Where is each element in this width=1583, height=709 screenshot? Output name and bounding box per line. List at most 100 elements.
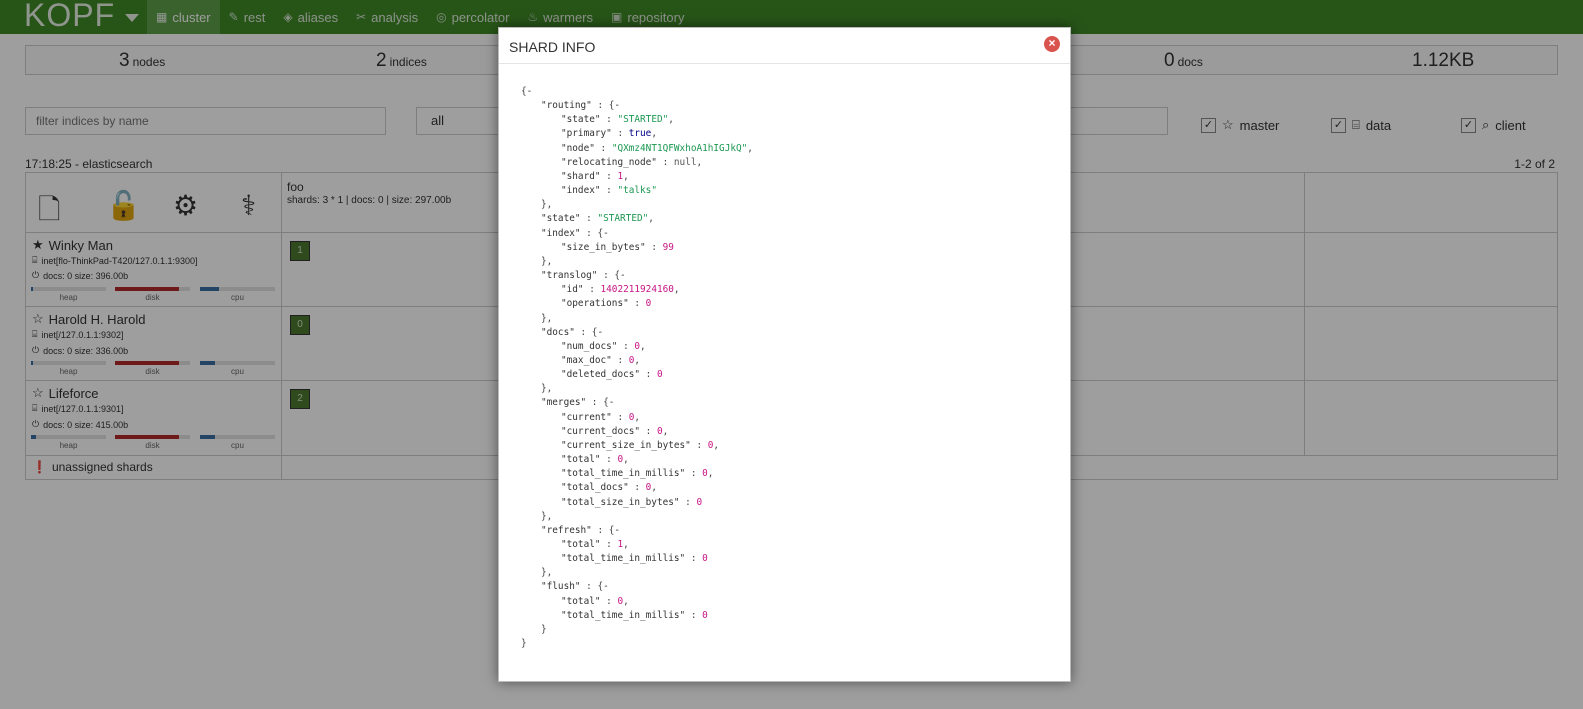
json-token: 1402211924160 (600, 284, 674, 296)
json-token: } (521, 638, 527, 650)
json-line: }, (521, 382, 753, 396)
json-token: : (600, 114, 618, 126)
collapse-toggle[interactable]: - (609, 397, 615, 408)
json-token: null (673, 156, 697, 168)
json-token: : { (580, 581, 604, 593)
json-token: : (580, 213, 598, 225)
json-token: : (628, 482, 646, 494)
json-token: , (651, 128, 657, 140)
json-token: : (617, 340, 635, 352)
json-token: "max_doc" (561, 354, 612, 366)
json-token: : (685, 468, 703, 480)
json-token: "num_docs" (561, 340, 618, 352)
json-token: 0 (702, 553, 708, 565)
json-token: : (685, 553, 703, 565)
json-token: "STARTED" (617, 114, 669, 126)
json-line: "refresh" : {- (521, 524, 753, 538)
json-token: : (611, 354, 629, 366)
json-token: : { (586, 397, 609, 409)
json-token: , (673, 284, 680, 296)
json-token: , (634, 411, 641, 423)
collapse-toggle[interactable]: - (603, 581, 609, 592)
collapse-toggle[interactable]: - (527, 86, 533, 97)
json-line: "operations" : 0 (521, 297, 753, 311)
json-token: , (713, 439, 720, 451)
json-token: : (600, 595, 618, 607)
json-token: "docs" (541, 326, 575, 338)
collapse-toggle[interactable]: - (614, 100, 620, 111)
json-token: 0 (645, 298, 652, 310)
json-token: : (645, 241, 663, 253)
json-token: "total" (561, 454, 601, 466)
collapse-toggle[interactable]: - (597, 327, 603, 338)
json-token: : { (574, 326, 598, 338)
json-token: "current_size_in_bytes" (561, 439, 691, 451)
json-token: : (685, 609, 703, 621)
json-line: "state" : "STARTED", (521, 113, 753, 127)
json-token: "total_time_in_millis" (561, 553, 686, 565)
json-token: : { (597, 270, 621, 282)
collapse-toggle[interactable]: - (614, 525, 620, 536)
json-line: "routing" : {- (521, 99, 753, 113)
json-line: "shard" : 1, (521, 170, 753, 184)
json-line: "total_time_in_millis" : 0, (521, 467, 753, 481)
json-token: , (634, 354, 641, 366)
json-token: , (696, 156, 703, 168)
json-token: 0 (656, 369, 663, 381)
json-line: "id" : 1402211924160, (521, 283, 753, 297)
json-line: "total_time_in_millis" : 0 (521, 552, 753, 566)
json-token: , (668, 114, 674, 126)
json-token: , (640, 340, 646, 352)
json-line: "total" : 0, (521, 453, 753, 467)
json-token: "QXmz4NT1QFWxhoA1hIGJkQ" (611, 142, 748, 154)
json-token: : (600, 170, 618, 182)
collapse-toggle[interactable]: - (620, 270, 626, 281)
collapse-toggle[interactable]: - (603, 228, 609, 239)
shard-info-json: {- "routing" : {- "state" : "STARTED", "pri… (521, 85, 753, 651)
json-token: "primary" (561, 128, 612, 140)
json-line: "relocating_node" : null, (521, 156, 753, 170)
json-token: : { (580, 227, 604, 239)
json-token: "total_docs" (561, 482, 629, 494)
json-line: "total_docs" : 0, (521, 481, 753, 495)
json-token: , (662, 425, 669, 437)
json-token: : (679, 496, 697, 508)
json-line: }, (521, 510, 753, 524)
json-line: }, (521, 198, 753, 212)
json-token: , (747, 142, 753, 154)
json-line: }, (521, 255, 753, 269)
json-token: : (611, 411, 629, 423)
json-line: "primary" : true, (521, 127, 753, 141)
json-line: "merges" : {- (521, 396, 753, 410)
json-line: "size_in_bytes" : 99 (521, 241, 753, 255)
json-token: : (600, 185, 618, 197)
json-token: "merges" (541, 397, 587, 409)
json-token: , (651, 482, 657, 494)
json-line: "translog" : {- (521, 269, 753, 283)
json-token: "size_in_bytes" (561, 241, 646, 253)
json-token: "STARTED" (597, 213, 649, 225)
json-line: "current_docs" : 0, (521, 425, 753, 439)
close-icon[interactable]: × (1044, 36, 1060, 52)
json-token: } (541, 623, 547, 635)
json-line: "flush" : {- (521, 580, 753, 594)
json-line: "total_time_in_millis" : 0 (521, 609, 753, 623)
json-token: "refresh" (541, 524, 592, 536)
json-line: "total" : 1, (521, 538, 753, 552)
json-line: "docs" : {- (521, 326, 753, 340)
json-token: "id" (561, 284, 584, 296)
json-line: "total" : 0, (521, 595, 753, 609)
json-token: "index" (561, 185, 601, 197)
json-token: "flush" (541, 581, 581, 593)
json-token: }, (541, 255, 553, 267)
json-token: : (690, 439, 708, 451)
json-line: } (521, 637, 753, 651)
json-token: : (628, 298, 646, 310)
json-token: 99 (662, 241, 674, 253)
shard-info-modal: SHARD INFO × {- "routing" : {- "state" : "… (498, 27, 1071, 682)
json-token: "operations" (561, 298, 629, 310)
json-line: "deleted_docs" : 0 (521, 368, 753, 382)
json-line: } (521, 623, 753, 637)
modal-divider (499, 63, 1070, 64)
json-line: "state" : "STARTED", (521, 212, 753, 226)
